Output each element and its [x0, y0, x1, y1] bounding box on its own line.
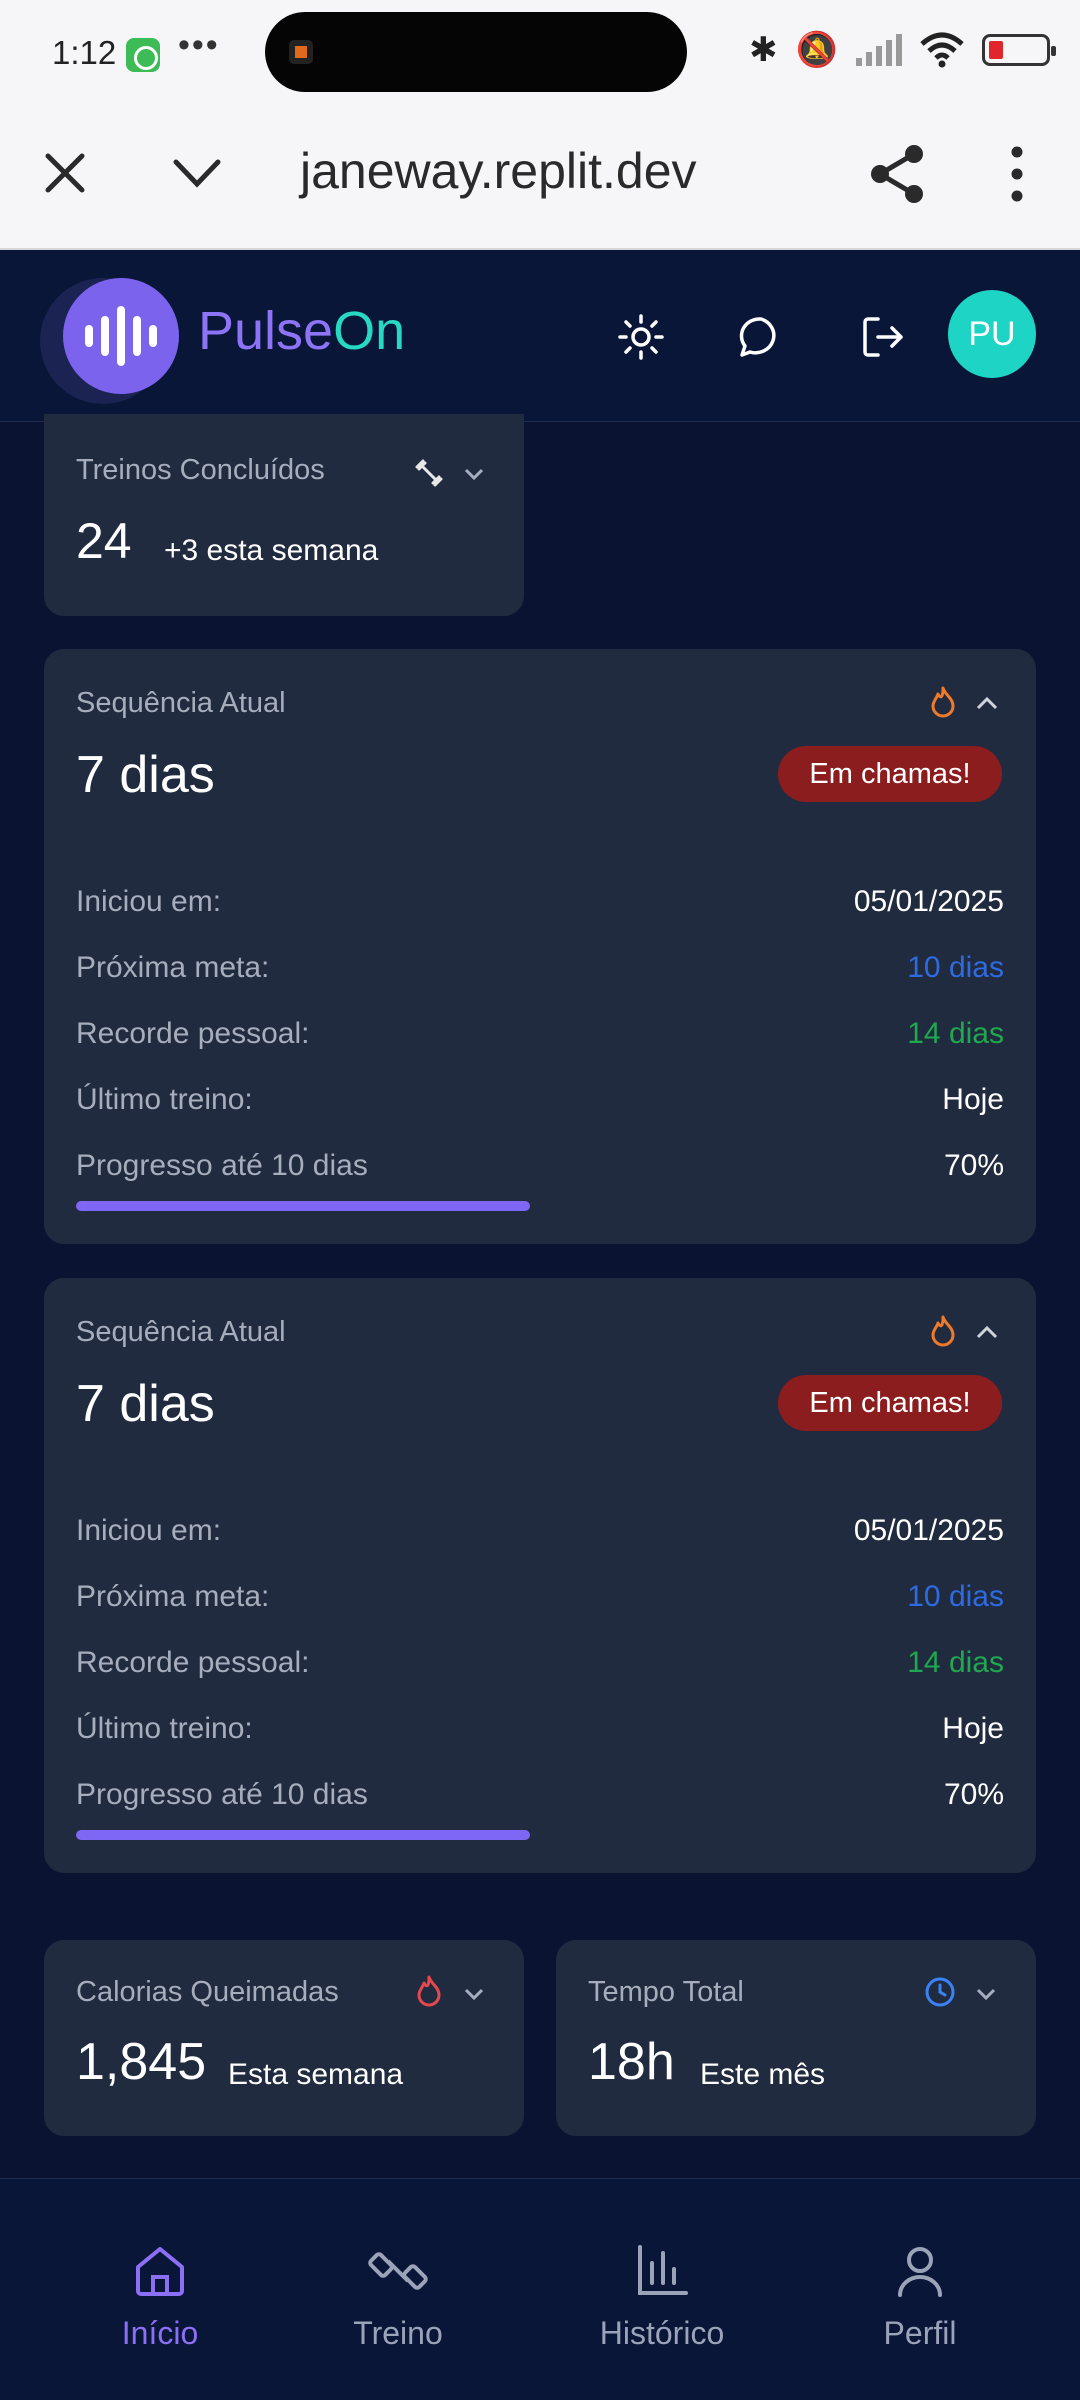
url-text[interactable]: janeway.replit.dev — [300, 142, 697, 200]
progress-fill — [76, 1830, 530, 1840]
row-value: 10 dias — [907, 951, 1004, 984]
home-icon — [136, 2247, 184, 2296]
chevron-down-icon[interactable] — [974, 1982, 998, 2006]
treinos-value: 24 — [76, 513, 132, 569]
progress-percent: 70% — [943, 1149, 1004, 1182]
calorias-value: 1,845 — [76, 2033, 207, 2091]
card-title: Treinos Concluídos — [76, 454, 325, 486]
row-label: Último treino: — [76, 1083, 253, 1116]
progress-percent: 70% — [943, 1778, 1004, 1811]
row-label: Recorde pessoal: — [76, 1646, 310, 1679]
camera-notch — [265, 12, 687, 92]
mute-icon: 🔕 — [795, 31, 838, 69]
signal-icon — [856, 34, 902, 66]
calorias-sub: Esta semana — [228, 2058, 404, 2091]
progress-bar — [76, 1201, 724, 1211]
treinos-sub: +3 esta semana — [164, 534, 379, 567]
status-icons: ✱ 🔕 — [749, 30, 1056, 70]
chevron-down-icon[interactable] — [462, 1982, 486, 2006]
chevron-up-icon[interactable] — [974, 1320, 1000, 1346]
flame-icon — [417, 1975, 441, 2007]
nav-label: Perfil — [883, 2315, 957, 2351]
chevron-down-icon[interactable] — [462, 462, 486, 486]
streak-card: Sequência Atual 7 dias Em chamas! Inicio… — [44, 1278, 1036, 1873]
close-icon[interactable] — [40, 148, 90, 198]
tempo-value: 18h — [588, 2033, 675, 2091]
nav-item-perfil[interactable]: Perfil — [810, 2241, 1030, 2352]
flame-icon — [931, 1315, 955, 1347]
card-title: Sequência Atual — [76, 1316, 286, 1348]
brand-part2: On — [333, 301, 406, 361]
treinos-card: Treinos Concluídos 24 +3 esta semana — [44, 414, 524, 616]
nav-item-treino[interactable]: Treino — [288, 2241, 508, 2352]
card-title: Calorias Queimadas — [76, 1976, 339, 2008]
chevron-down-icon[interactable] — [170, 146, 224, 200]
dumbbell-icon — [415, 459, 443, 487]
row-value: 05/01/2025 — [853, 1514, 1004, 1547]
progress-label: Progresso até 10 dias — [76, 1778, 368, 1811]
user-icon — [898, 2247, 942, 2297]
brand-part1: Pulse — [198, 301, 334, 361]
nav-item-inicio[interactable]: Início — [50, 2241, 270, 2352]
streak-card: Sequência Atual 7 dias Em chamas! Inicio… — [44, 649, 1036, 1244]
battery-icon — [982, 34, 1056, 66]
progress-label: Progresso até 10 dias — [76, 1149, 368, 1182]
wifi-icon — [920, 32, 964, 68]
pulse-logo-icon[interactable] — [63, 278, 179, 394]
clock-icon — [925, 1977, 955, 2007]
nav-label: Treino — [353, 2315, 443, 2351]
row-label: Iniciou em: — [76, 1514, 222, 1547]
bluetooth-icon: ✱ — [749, 31, 778, 69]
streak-value: 7 dias — [76, 1375, 215, 1433]
whatsapp-icon — [126, 38, 160, 72]
sun-icon[interactable] — [614, 310, 668, 364]
status-time: 1:12 — [52, 34, 117, 71]
row-value: 14 dias — [907, 1017, 1004, 1050]
progress-bar — [76, 1830, 724, 1840]
row-label: Iniciou em: — [76, 885, 222, 918]
bar-chart-icon — [638, 2245, 688, 2295]
row-value: 14 dias — [907, 1646, 1004, 1679]
row-label: Próxima meta: — [76, 951, 270, 984]
row-value: 10 dias — [907, 1580, 1004, 1613]
avatar[interactable]: PU — [948, 290, 1036, 378]
progress-fill — [76, 1201, 530, 1211]
card-title: Tempo Total — [588, 1976, 744, 2008]
streak-value: 7 dias — [76, 746, 215, 804]
row-label: Próxima meta: — [76, 1580, 270, 1613]
app-header: PulseOn PU — [0, 250, 1080, 422]
more-notifications-icon: ••• — [178, 26, 220, 64]
nav-label: Histórico — [599, 2315, 725, 2351]
flame-icon — [931, 686, 955, 718]
row-value: 05/01/2025 — [853, 885, 1004, 918]
status-badge: Em chamas! — [778, 1375, 1002, 1431]
nav-item-historico[interactable]: Histórico — [552, 2241, 772, 2352]
nav-label: Início — [121, 2315, 199, 2351]
message-icon[interactable] — [734, 310, 788, 364]
chevron-up-icon[interactable] — [974, 691, 1000, 717]
more-options-icon[interactable] — [1000, 144, 1034, 204]
app-notification-icon — [289, 40, 313, 64]
dumbbell-icon — [368, 2252, 428, 2290]
card-title: Sequência Atual — [76, 687, 286, 719]
row-value: Hoje — [942, 1712, 1004, 1745]
status-bar: 1:12 ••• ✱ 🔕 — [0, 0, 1080, 108]
calorias-card: Calorias Queimadas 1,845 Esta semana — [44, 1940, 524, 2136]
row-value: Hoje — [942, 1083, 1004, 1116]
row-label: Recorde pessoal: — [76, 1017, 310, 1050]
brand-name: PulseOn — [198, 300, 405, 362]
logout-icon[interactable] — [856, 310, 910, 364]
share-icon[interactable] — [868, 142, 928, 206]
bottom-nav: Início Treino Histórico Perfil — [0, 2178, 1080, 2400]
tempo-sub: Este mês — [700, 2058, 826, 2091]
tempo-card: Tempo Total 18h Este mês — [556, 1940, 1036, 2136]
status-badge: Em chamas! — [778, 746, 1002, 802]
browser-bar: janeway.replit.dev — [0, 108, 1080, 250]
row-label: Último treino: — [76, 1712, 253, 1745]
